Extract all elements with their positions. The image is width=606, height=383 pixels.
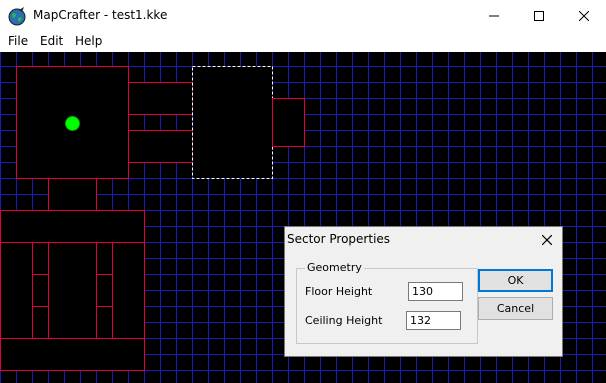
maximize-icon [533, 11, 544, 21]
sector-corridor-lower[interactable] [128, 130, 193, 163]
sector-alcove-left[interactable] [32, 274, 49, 307]
sector-room-selected[interactable] [192, 66, 273, 179]
player-start-marker[interactable] [65, 116, 80, 131]
title-bar: MapCrafter - test1.kke [0, 0, 606, 32]
ceiling-height-input[interactable] [406, 311, 461, 330]
sector-side-room[interactable] [272, 98, 305, 147]
window-title: MapCrafter - test1.kke [33, 8, 168, 22]
menu-file[interactable]: File [8, 34, 28, 48]
floor-height-input[interactable] [408, 282, 463, 301]
sector-room-bottom[interactable] [0, 210, 145, 371]
close-icon [578, 11, 589, 21]
maximize-button[interactable] [516, 0, 561, 32]
menu-edit[interactable]: Edit [40, 34, 63, 48]
ceiling-height-label: Ceiling Height [305, 314, 383, 327]
group-label: Geometry [305, 261, 364, 274]
sectors [0, 66, 305, 371]
menu-help[interactable]: Help [75, 34, 102, 48]
sector-properties-dialog: Sector Properties Geometry Floor Height … [284, 226, 563, 357]
geometry-group: Geometry [296, 261, 478, 344]
sector-alcove-right[interactable] [96, 274, 113, 307]
ok-button[interactable]: OK [478, 269, 553, 292]
dialog-close-button[interactable] [532, 227, 562, 251]
cancel-button[interactable]: Cancel [478, 297, 553, 320]
floor-height-label: Floor Height [305, 285, 373, 298]
sector-corridor-upper[interactable] [128, 82, 193, 115]
dialog-title: Sector Properties [287, 232, 391, 246]
minimize-icon [488, 11, 499, 21]
close-icon [541, 230, 553, 249]
sector-connector[interactable] [48, 178, 97, 211]
minimize-button[interactable] [471, 0, 516, 32]
menu-bar: File Edit Help [0, 32, 606, 52]
app-globe-icon [7, 6, 27, 26]
close-button[interactable] [561, 0, 606, 32]
